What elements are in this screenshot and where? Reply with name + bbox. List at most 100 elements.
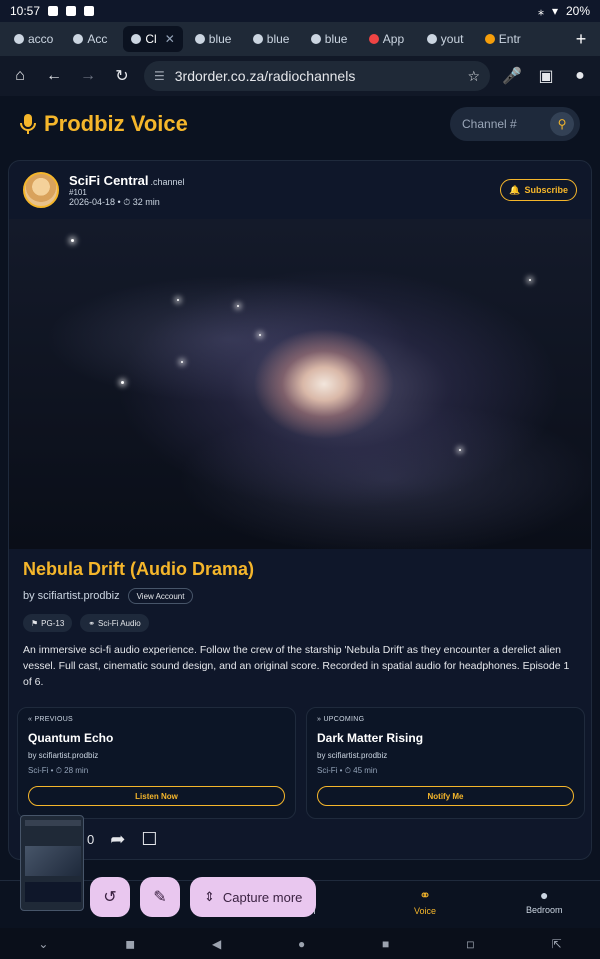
card-header: SciFi Central .channel #101 2026-04-18 • …: [9, 161, 591, 219]
star: [71, 239, 74, 242]
recents-icon[interactable]: ■: [382, 937, 389, 951]
rating-tag[interactable]: ⚑ PG-13: [23, 614, 73, 632]
previous-title[interactable]: Quantum Echo: [28, 731, 285, 745]
galaxy-cover-image[interactable]: [9, 219, 591, 549]
back-nav-icon[interactable]: ◀: [212, 937, 221, 951]
brand-logo[interactable]: Prodbiz Voice: [20, 111, 188, 137]
thumbnail-header: [25, 820, 81, 826]
browser-tab-active[interactable]: Cl ✕: [123, 26, 183, 52]
channel-meta: SciFi Central .channel #101 2026-04-18 • …: [69, 173, 185, 208]
tab-label: Acc: [87, 32, 108, 46]
notify-me-button[interactable]: Notify Me: [317, 786, 574, 806]
app-notification-icon: [84, 6, 95, 16]
chevron-down-icon[interactable]: ⌄: [38, 937, 48, 951]
search-icon[interactable]: ⚲: [550, 112, 574, 136]
back-icon[interactable]: ←: [42, 64, 66, 88]
forward-icon[interactable]: →: [76, 64, 100, 88]
browser-tab[interactable]: Acc: [65, 26, 119, 52]
channel-search: ⚲: [450, 107, 580, 141]
author-name[interactable]: by scifiartist.prodbiz: [23, 590, 120, 602]
previous-author: by scifiartist.prodbiz: [28, 751, 99, 760]
home-nav-icon[interactable]: ●: [298, 937, 305, 951]
share-screenshot-button[interactable]: ↺: [90, 877, 130, 917]
home-icon[interactable]: ⌂: [8, 64, 32, 88]
bell-icon: 🔔: [509, 184, 521, 195]
listen-now-button[interactable]: Listen Now: [28, 786, 285, 806]
status-bar: 10:57 ⁎ ▾ 20%: [0, 0, 600, 22]
url-text: 3rdorder.co.za/radiochannels: [174, 68, 356, 84]
tab-label: Cl: [145, 32, 157, 46]
capture-more-label: Capture more: [222, 889, 303, 905]
bookmark-icon[interactable]: ☐: [141, 829, 157, 850]
tab-label: blue: [208, 32, 232, 46]
person-icon: ●: [540, 887, 549, 903]
upcoming-author: by scifiartist.prodbiz: [317, 751, 388, 760]
browser-tab[interactable]: yout: [419, 26, 473, 52]
tab-label: App: [382, 32, 405, 46]
favicon-icon: [73, 34, 84, 44]
favicon-icon: [131, 34, 142, 44]
channel-name[interactable]: SciFi Central .channel: [69, 173, 185, 188]
nav-bedroom[interactable]: ● Bedroom: [526, 887, 563, 915]
rotate-icon[interactable]: ⇱: [552, 937, 562, 951]
channel-number-input[interactable]: [462, 117, 550, 131]
genre-tag[interactable]: ⚭ Sci-Fi Audio: [80, 614, 149, 632]
favicon-icon: [484, 34, 495, 44]
nav-bedroom-label: Bedroom: [526, 905, 563, 915]
address-bar[interactable]: ☰ 3rdorder.co.za/radiochannels ☆: [144, 61, 490, 91]
share-icon[interactable]: ➦: [110, 829, 125, 850]
address-toolbar: ⌂ ← → ↻ ☰ 3rdorder.co.za/radiochannels ☆…: [0, 56, 600, 96]
favicon-icon: [310, 34, 321, 44]
profile-icon[interactable]: ●: [568, 64, 592, 88]
close-tab-icon[interactable]: ✕: [165, 32, 175, 46]
thumbnail-image: [25, 846, 81, 876]
voice-search-icon[interactable]: 🎤: [500, 64, 524, 88]
favicon-icon: [426, 34, 437, 44]
browser-tab[interactable]: blue: [187, 26, 241, 52]
tab-label: blue: [266, 32, 290, 46]
expand-icon: ⇕: [204, 889, 215, 904]
star: [181, 361, 183, 363]
site-settings-icon[interactable]: ☰: [154, 69, 165, 83]
volume-up-icon[interactable]: ◽: [466, 937, 475, 951]
bookmark-star-icon[interactable]: ☆: [467, 68, 480, 85]
reload-icon[interactable]: ↻: [110, 64, 134, 88]
wifi-icon: ▾: [551, 4, 558, 18]
tab-label: yout: [440, 32, 464, 46]
view-account-button[interactable]: View Account: [127, 588, 194, 604]
episode-description: An immersive sci-fi audio experience. Fo…: [23, 644, 570, 688]
episode-card: SciFi Central .channel #101 2026-04-18 • …: [8, 160, 592, 860]
adjacent-episodes: « PREVIOUS Quantum Echo by scifiartist.p…: [17, 707, 585, 819]
app-header: Prodbiz Voice ⚲: [0, 96, 600, 152]
browser-tab[interactable]: blue: [303, 26, 357, 52]
browser-tab[interactable]: App: [361, 26, 415, 52]
browser-tab-strip: acco Acc Cl ✕ blue blue blue App yout Ent…: [0, 22, 600, 56]
tab-label: Entr: [498, 32, 521, 46]
notification-icon: [48, 6, 59, 16]
browser-tab[interactable]: Entr: [477, 26, 531, 52]
favicon-icon: [252, 34, 263, 44]
channel-suffix: .channel: [150, 176, 185, 187]
capture-more-button[interactable]: ⇕ Capture more: [190, 877, 317, 917]
brand-name: Prodbiz Voice: [44, 111, 188, 136]
previous-kicker: « PREVIOUS: [28, 716, 74, 723]
nav-voice-label: Voice: [414, 906, 437, 916]
subscribe-button[interactable]: 🔔 Subscribe: [500, 179, 577, 201]
star: [177, 299, 179, 301]
nav-voice[interactable]: ⚭ Voice: [414, 887, 436, 916]
volume-down-icon[interactable]: ◼: [125, 937, 135, 951]
star: [121, 381, 124, 384]
tab-switcher-icon[interactable]: ▣: [534, 64, 558, 88]
edit-screenshot-button[interactable]: ✎: [140, 877, 180, 917]
browser-tab[interactable]: acco: [6, 26, 61, 52]
star: [237, 305, 239, 307]
new-tab-button[interactable]: +: [568, 26, 594, 52]
channel-avatar[interactable]: [23, 172, 59, 208]
tag-label: PG-13: [41, 618, 65, 628]
favicon-icon: [14, 34, 24, 44]
capture-toolbar: ↺ ✎ ⇕ Capture more: [12, 876, 322, 918]
browser-tab[interactable]: blue: [245, 26, 299, 52]
upcoming-title[interactable]: Dark Matter Rising: [317, 731, 574, 745]
bluetooth-icon: ⁎: [537, 4, 544, 18]
previous-meta: Sci-Fi • ⏱ 28 min: [28, 766, 89, 775]
